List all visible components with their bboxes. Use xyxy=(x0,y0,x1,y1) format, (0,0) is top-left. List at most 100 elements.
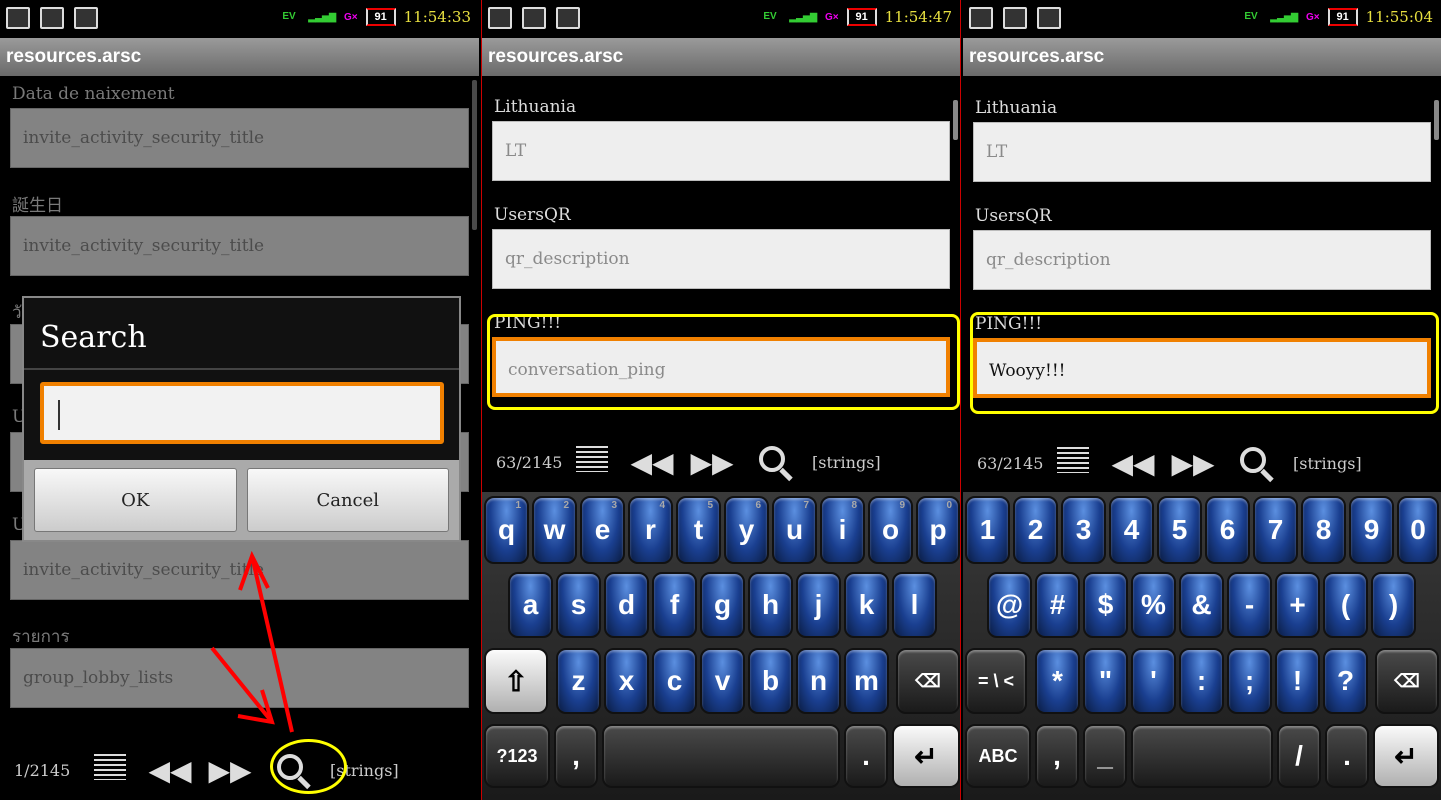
gps-icon: G× xyxy=(825,11,839,23)
key[interactable]: 7 xyxy=(1253,496,1298,564)
previous-button[interactable]: ◀◀ xyxy=(1103,447,1163,480)
key[interactable]: 0p xyxy=(916,496,960,564)
key[interactable]: & xyxy=(1179,572,1224,638)
resource-type[interactable]: [strings] xyxy=(1283,454,1362,473)
key[interactable]: 5t xyxy=(676,496,721,564)
key[interactable]: # xyxy=(1035,572,1080,638)
entry-label: UsersQR xyxy=(975,206,1052,226)
key[interactable]: 1 xyxy=(965,496,1010,564)
key[interactable]: + xyxy=(1275,572,1320,638)
key[interactable]: g xyxy=(700,572,745,638)
symbols-mode-key[interactable]: ?123 xyxy=(484,724,550,788)
key[interactable]: 9 xyxy=(1349,496,1394,564)
screen-editing-symbols: EV ▂▃▅▇ G× 91 11:55:04 resources.arsc Li… xyxy=(963,0,1441,800)
keyboard: 1q 2w 3e 4r 5t 6y 7u 8i 9o 0p a s d f g … xyxy=(482,492,960,800)
scrollbar[interactable] xyxy=(1434,100,1439,140)
key[interactable]: ( xyxy=(1323,572,1368,638)
enter-key[interactable]: ↵ xyxy=(1373,724,1439,788)
key[interactable]: j xyxy=(796,572,841,638)
slash-key[interactable]: / xyxy=(1277,724,1321,788)
key[interactable]: 4 xyxy=(1109,496,1154,564)
key[interactable]: % xyxy=(1131,572,1176,638)
enter-key[interactable]: ↵ xyxy=(892,724,960,788)
key[interactable]: f xyxy=(652,572,697,638)
key[interactable]: h xyxy=(748,572,793,638)
key[interactable]: ) xyxy=(1371,572,1416,638)
letters-mode-key[interactable]: ABC xyxy=(965,724,1031,788)
key[interactable]: 6y xyxy=(724,496,769,564)
key[interactable]: 6 xyxy=(1205,496,1250,564)
comma-key[interactable]: , xyxy=(554,724,598,788)
next-button[interactable]: ▶▶ xyxy=(1163,447,1223,480)
space-key[interactable] xyxy=(602,724,840,788)
comma-key[interactable]: , xyxy=(1035,724,1079,788)
list-button[interactable] xyxy=(562,445,622,479)
key[interactable]: ; xyxy=(1227,648,1272,714)
key[interactable]: n xyxy=(796,648,841,714)
key[interactable]: 3 xyxy=(1061,496,1106,564)
backspace-key[interactable]: ⌫ xyxy=(896,648,960,714)
key[interactable]: 8 xyxy=(1301,496,1346,564)
key[interactable]: 9o xyxy=(868,496,913,564)
key[interactable]: 1q xyxy=(484,496,529,564)
key[interactable]: 2 xyxy=(1013,496,1058,564)
key[interactable]: c xyxy=(652,648,697,714)
key[interactable]: - xyxy=(1227,572,1272,638)
key[interactable]: : xyxy=(1179,648,1224,714)
key[interactable]: k xyxy=(844,572,889,638)
key[interactable]: ' xyxy=(1131,648,1176,714)
key[interactable]: m xyxy=(844,648,889,714)
search-button[interactable] xyxy=(1223,446,1283,480)
shift-key[interactable]: ⇧ xyxy=(484,648,548,714)
entry-field[interactable]: qr_description xyxy=(973,230,1431,290)
key[interactable]: x xyxy=(604,648,649,714)
screen-editing-letters: EV ▂▃▅▇ G× 91 11:54:47 resources.arsc Li… xyxy=(481,0,961,800)
signal-icon: ▂▃▅▇ xyxy=(789,11,817,22)
signal-icon: ▂▃▅▇ xyxy=(1270,11,1298,22)
period-key[interactable]: . xyxy=(1325,724,1369,788)
key[interactable]: a xyxy=(508,572,553,638)
backspace-key[interactable]: ⌫ xyxy=(1375,648,1439,714)
entry-field[interactable]: LT xyxy=(492,121,950,181)
underscore-key[interactable]: _ xyxy=(1083,724,1127,788)
list-button[interactable] xyxy=(1043,446,1103,480)
entry-field[interactable]: LT xyxy=(973,122,1431,182)
windows-icon xyxy=(556,7,580,29)
alt-symbols-key[interactable]: = \ < xyxy=(965,648,1027,714)
key[interactable]: @ xyxy=(987,572,1032,638)
key[interactable]: " xyxy=(1083,648,1128,714)
key[interactable]: d xyxy=(604,572,649,638)
scrollbar[interactable] xyxy=(953,100,958,140)
entry-field[interactable]: qr_description xyxy=(492,229,950,289)
entry-highlight xyxy=(970,312,1439,414)
space-key[interactable] xyxy=(1131,724,1273,788)
clock: 11:54:47 xyxy=(884,8,952,26)
key[interactable]: s xyxy=(556,572,601,638)
search-button[interactable] xyxy=(742,445,802,479)
key[interactable]: 7u xyxy=(772,496,817,564)
status-bar: EV ▂▃▅▇ G× 91 11:55:04 xyxy=(963,0,1441,38)
key[interactable]: z xyxy=(556,648,601,714)
key[interactable]: 5 xyxy=(1157,496,1202,564)
key[interactable]: 8i xyxy=(820,496,865,564)
resource-type[interactable]: [strings] xyxy=(802,453,881,472)
key[interactable]: 4r xyxy=(628,496,673,564)
previous-button[interactable]: ◀◀ xyxy=(622,446,682,479)
list-icon xyxy=(1057,446,1089,473)
period-key[interactable]: . xyxy=(844,724,888,788)
key[interactable]: b xyxy=(748,648,793,714)
key[interactable]: 0 xyxy=(1397,496,1439,564)
key[interactable]: ? xyxy=(1323,648,1368,714)
entry-counter: 63/2145 xyxy=(496,452,563,472)
key[interactable]: ! xyxy=(1275,648,1320,714)
clock: 11:55:04 xyxy=(1365,8,1433,26)
key[interactable]: 2w xyxy=(532,496,577,564)
key[interactable]: l xyxy=(892,572,937,638)
battery-icon: 91 xyxy=(1327,8,1358,26)
key[interactable]: 3e xyxy=(580,496,625,564)
key[interactable]: * xyxy=(1035,648,1080,714)
key[interactable]: v xyxy=(700,648,745,714)
next-button[interactable]: ▶▶ xyxy=(682,446,742,479)
key[interactable]: $ xyxy=(1083,572,1128,638)
annotation-arrows xyxy=(210,550,294,733)
